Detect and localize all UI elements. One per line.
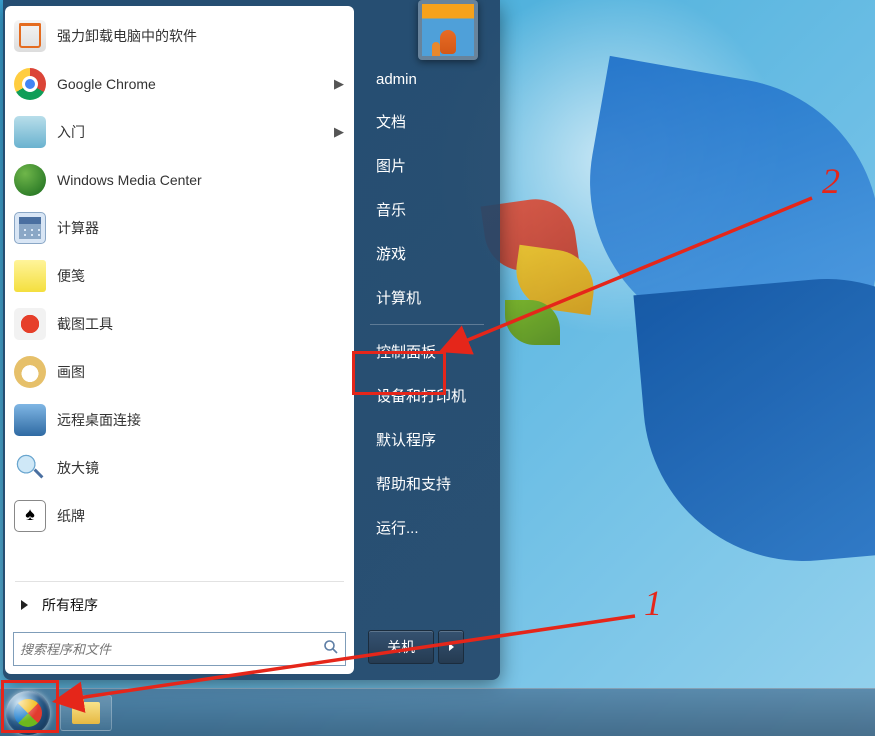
program-item-wmc[interactable]: Windows Media Center: [7, 156, 352, 204]
rdp-icon: [13, 403, 47, 437]
right-item-default-programs[interactable]: 默认程序: [368, 418, 486, 461]
start-button[interactable]: [6, 691, 50, 735]
separator: [370, 324, 484, 325]
program-label: 截图工具: [57, 314, 344, 334]
folder-icon: [72, 702, 100, 724]
paint-icon: [13, 355, 47, 389]
program-label: 计算器: [57, 218, 344, 238]
program-item-magnifier[interactable]: 放大镜: [7, 444, 352, 492]
user-picture[interactable]: [418, 0, 478, 60]
program-item-paint[interactable]: 画图: [7, 348, 352, 396]
all-programs-label: 所有程序: [42, 595, 98, 615]
search-input[interactable]: [20, 642, 319, 657]
annotation-label-1: 1: [644, 582, 662, 624]
right-item-user[interactable]: admin: [368, 60, 486, 99]
uninstall-icon: [13, 19, 47, 53]
program-label: 纸牌: [57, 506, 344, 526]
shutdown-options-button[interactable]: [438, 630, 464, 664]
right-item-control-panel[interactable]: 控制面板: [368, 330, 486, 373]
program-item-rdp[interactable]: 远程桌面连接: [7, 396, 352, 444]
right-item-computer[interactable]: 计算机: [368, 276, 486, 319]
all-programs-button[interactable]: 所有程序: [7, 586, 352, 624]
right-item-pictures[interactable]: 图片: [368, 144, 486, 187]
right-item-games[interactable]: 游戏: [368, 232, 486, 275]
program-label: 画图: [57, 362, 344, 382]
program-item-calculator[interactable]: 计算器: [7, 204, 352, 252]
arrow-right-icon: [21, 600, 28, 610]
submenu-arrow-icon: ▶: [334, 124, 344, 140]
start-menu-left-pane: 强力卸载电脑中的软件 Google Chrome ▶ 入门 ▶ Windows …: [5, 6, 354, 674]
program-item-snipping-tool[interactable]: 截图工具: [7, 300, 352, 348]
start-menu-right-pane: admin 文档 图片 音乐 游戏 计算机 控制面板 设备和打印机 默认程序 帮…: [354, 6, 498, 674]
chrome-icon: [13, 67, 47, 101]
right-item-help[interactable]: 帮助和支持: [368, 462, 486, 505]
program-item-chrome[interactable]: Google Chrome ▶: [7, 60, 352, 108]
right-item-run[interactable]: 运行...: [368, 506, 486, 549]
magnifier-icon: [13, 451, 47, 485]
getstarted-icon: [13, 115, 47, 149]
program-item-sticky-notes[interactable]: 便笺: [7, 252, 352, 300]
program-label: Google Chrome: [57, 76, 328, 92]
sticky-icon: [13, 259, 47, 293]
arrow-right-icon: [449, 643, 454, 651]
program-label: Windows Media Center: [57, 172, 344, 188]
divider: [15, 581, 344, 582]
search-icon: [323, 639, 339, 660]
taskbar: [0, 688, 875, 736]
search-box[interactable]: [13, 632, 346, 666]
program-label: 强力卸载电脑中的软件: [57, 26, 344, 46]
program-item-uninstall[interactable]: 强力卸载电脑中的软件: [7, 12, 352, 60]
program-item-getting-started[interactable]: 入门 ▶: [7, 108, 352, 156]
program-list: 强力卸载电脑中的软件 Google Chrome ▶ 入门 ▶ Windows …: [7, 12, 352, 577]
right-item-music[interactable]: 音乐: [368, 188, 486, 231]
shutdown-row: 关机: [368, 620, 486, 664]
submenu-arrow-icon: ▶: [334, 76, 344, 92]
program-label: 远程桌面连接: [57, 410, 344, 430]
right-item-devices-printers[interactable]: 设备和打印机: [368, 374, 486, 417]
shutdown-button[interactable]: 关机: [368, 630, 434, 664]
program-item-solitaire[interactable]: 纸牌: [7, 492, 352, 540]
snip-icon: [13, 307, 47, 341]
wmc-icon: [13, 163, 47, 197]
program-label: 便笺: [57, 266, 344, 286]
right-item-documents[interactable]: 文档: [368, 100, 486, 143]
user-picture-image: [422, 4, 474, 56]
calc-icon: [13, 211, 47, 245]
program-label: 入门: [57, 122, 328, 142]
start-menu: 强力卸载电脑中的软件 Google Chrome ▶ 入门 ▶ Windows …: [3, 0, 500, 680]
annotation-label-2: 2: [822, 160, 840, 202]
solitaire-icon: [13, 499, 47, 533]
program-label: 放大镜: [57, 458, 344, 478]
taskbar-item-explorer[interactable]: [60, 695, 112, 731]
search-wrap: [7, 624, 352, 668]
